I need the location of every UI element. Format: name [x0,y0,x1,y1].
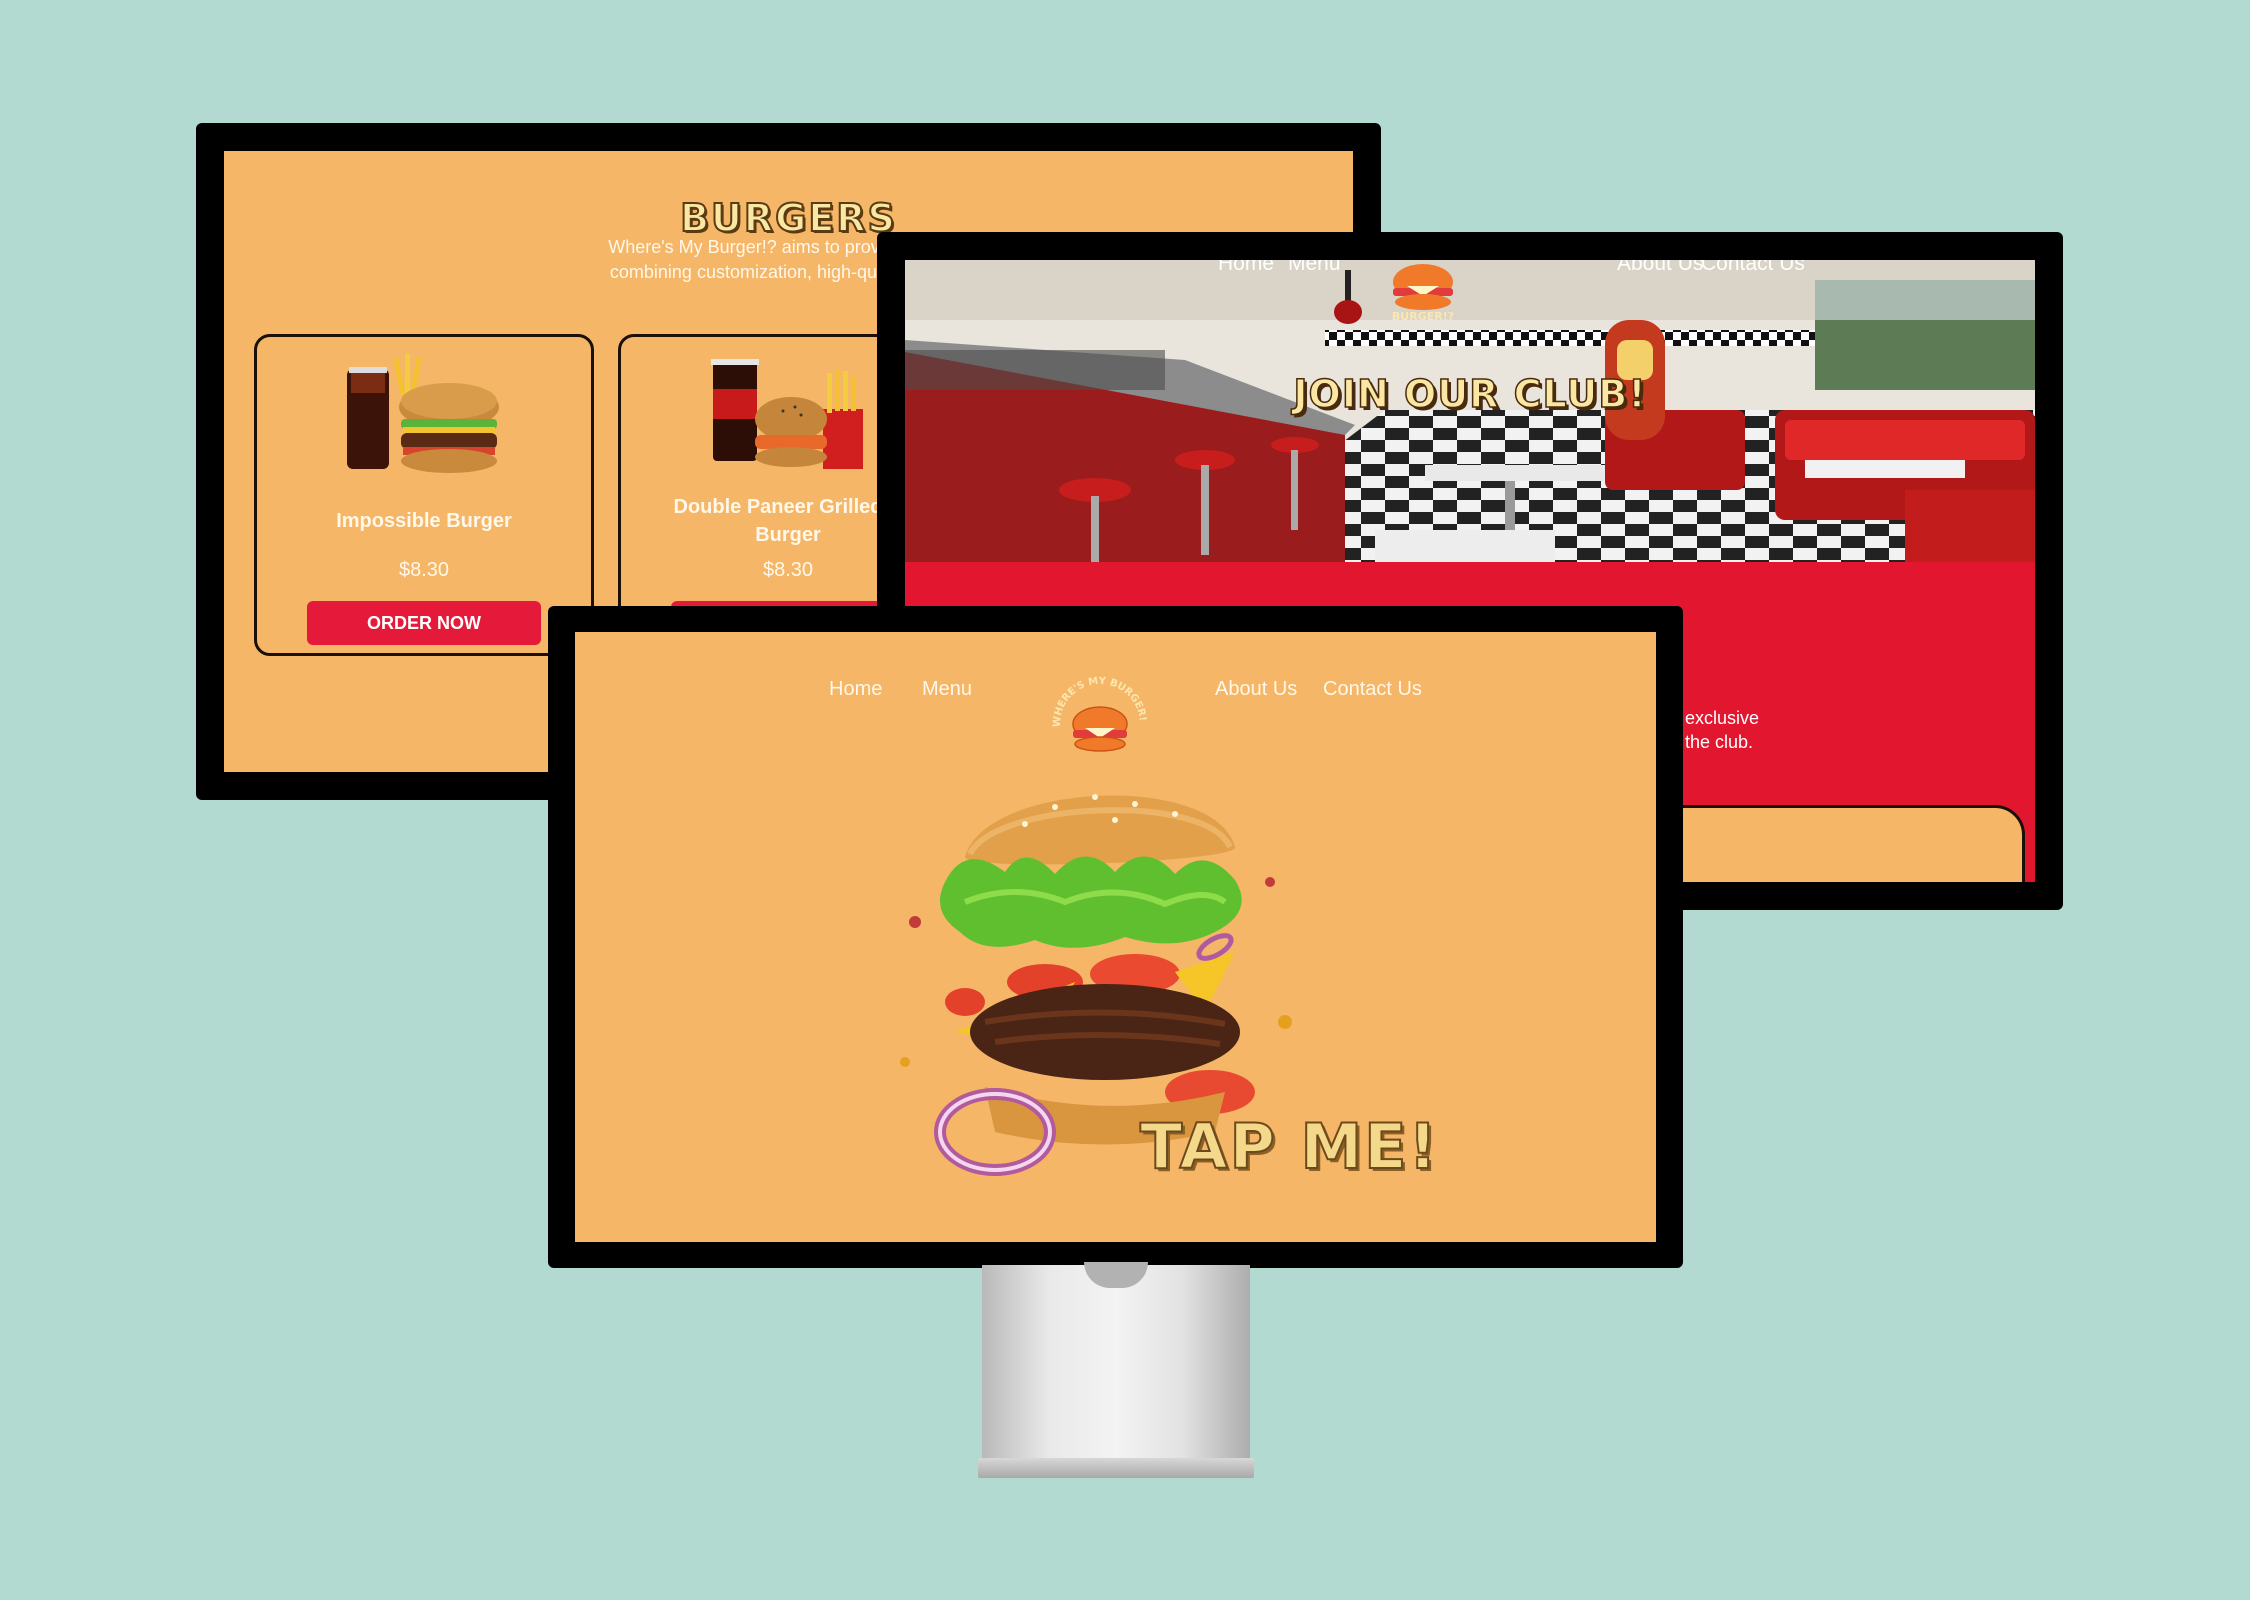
home-page-viewport: Home Menu About Us Contact Us WHERE'S MY… [575,632,1656,1242]
home-page-screen: Home Menu About Us Contact Us WHERE'S MY… [548,606,1683,1268]
monitor-stand [982,1265,1250,1460]
nav-home-link[interactable]: Home [1218,260,1274,276]
product-price: $8.30 [398,559,450,581]
nav-about-link[interactable]: About Us [1215,678,1297,701]
burger-combo-image [347,354,499,473]
tap-me-button[interactable]: TAP ME! [1139,1109,1439,1184]
product-name: Impossible Burger [336,510,512,532]
nav-menu-link[interactable]: Menu [922,678,972,701]
nav-home-link[interactable]: Home [829,678,882,701]
paneer-burger-combo-image [711,359,863,469]
nav-about-link[interactable]: About Us [1617,260,1703,276]
burger-logo-icon[interactable]: BURGER!? [1373,260,1473,328]
nav-contact-link[interactable]: Contact Us [1701,260,1805,276]
join-club-title: JOIN OUR CLUB! [1293,371,1647,417]
diner-hero-image: Home Menu About Us Contact Us BURGER!? J… [905,260,2035,562]
product-card-impossible-burger[interactable]: Impossible Burger $8.30 ORDER NOW [254,334,594,656]
nav-contact-link[interactable]: Contact Us [1323,678,1422,701]
monitor-stand-base [978,1458,1254,1478]
club-description-text: exclusive the club. [1685,708,1760,752]
nav-menu-link[interactable]: Menu [1288,260,1341,276]
svg-text:BURGER!?: BURGER!? [1392,310,1454,323]
order-now-button[interactable]: ORDER NOW [307,601,541,645]
